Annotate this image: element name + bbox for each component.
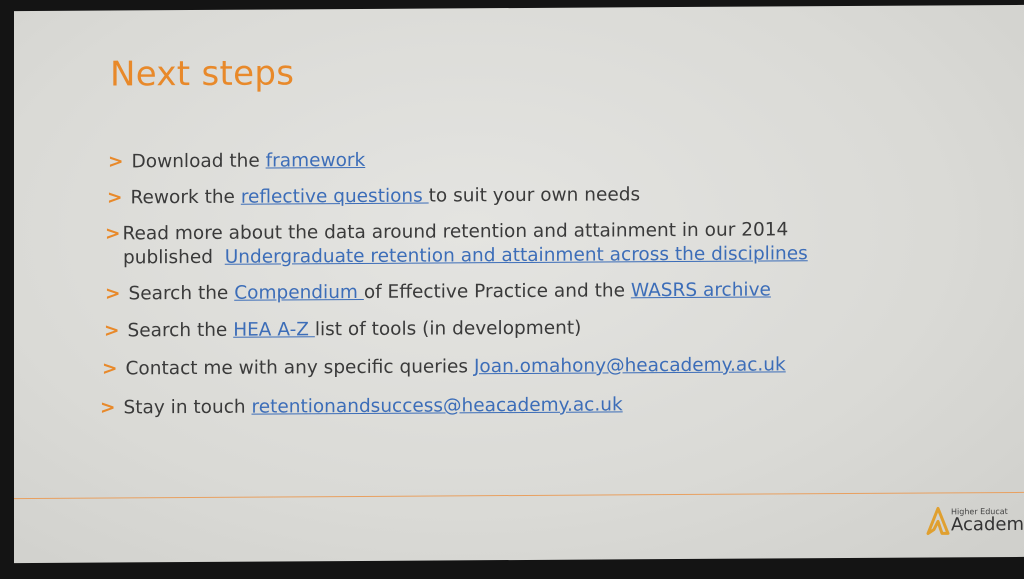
- footer-divider: [14, 491, 1024, 500]
- list-item: > Search the Compendium of Effective Prac…: [105, 278, 771, 306]
- item-text: Read more about the data around retentio…: [122, 219, 789, 245]
- chevron-right-icon: >: [102, 358, 118, 380]
- slide: Next steps > Download the framework > Rewo…: [14, 4, 1024, 564]
- chevron-right-icon: >: [105, 223, 121, 245]
- item-text: of Effective Practice and the: [363, 280, 631, 303]
- chevron-right-icon: >: [104, 320, 120, 342]
- chevron-right-icon: >: [107, 187, 123, 209]
- hea-logo: Higher Educat Academ: [925, 505, 1024, 536]
- list-item: > Search the HEA A-Z list of tools (in de…: [104, 317, 581, 344]
- logo-line2: Academ: [951, 513, 1024, 535]
- academy-a-icon: [926, 506, 950, 536]
- item-text: to suit your own needs: [428, 184, 641, 207]
- item-text: Search the: [128, 282, 235, 305]
- wasrs-archive-link[interactable]: WASRS archive: [631, 279, 771, 301]
- framework-link[interactable]: framework: [266, 150, 366, 172]
- undergraduate-retention-link[interactable]: Undergraduate retention and attainment a…: [225, 243, 808, 268]
- chevron-right-icon: >: [100, 397, 116, 419]
- item-text: Search the: [127, 319, 234, 342]
- contact-email-link[interactable]: Joan.omahony@heacademy.ac.uk: [474, 354, 786, 377]
- retention-email-link[interactable]: retentionandsuccess@heacademy.ac.uk: [252, 394, 623, 417]
- compendium-link[interactable]: Compendium: [234, 282, 364, 304]
- list-item: > Download the framework: [108, 149, 365, 175]
- slide-title: Next steps: [110, 53, 295, 95]
- chevron-right-icon: >: [105, 283, 121, 305]
- hea-az-link[interactable]: HEA A-Z: [233, 319, 315, 340]
- chevron-right-icon: >: [108, 151, 124, 173]
- item-text: Contact me with any specific queries: [125, 356, 474, 380]
- item-text: list of tools (in development): [314, 317, 582, 341]
- item-text: Rework the: [130, 186, 241, 209]
- list-item: > Contact me with any specific queries Jo…: [102, 353, 786, 381]
- list-item: > Rework the reflective questions to suit…: [107, 183, 640, 210]
- item-text: Stay in touch: [123, 396, 252, 419]
- list-item: > Stay in touch retentionandsuccess@heaca…: [100, 393, 623, 420]
- reflective-questions-link[interactable]: reflective questions: [241, 186, 429, 208]
- item-text: published: [123, 246, 225, 269]
- list-item: > Read more about the data around retenti…: [105, 218, 808, 270]
- item-text: Download the: [131, 150, 266, 173]
